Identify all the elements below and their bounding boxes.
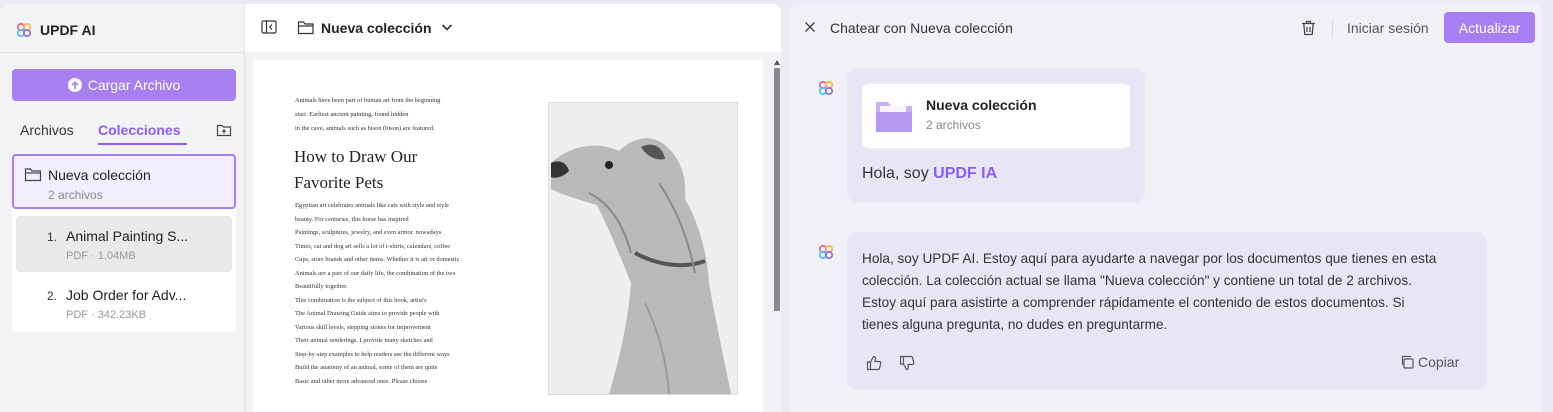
chat-header: Chatear con Nueva colección Iniciar sesi… [790,4,1543,52]
greeting: Hola, soy UPDF IA [862,165,997,183]
dog-sketch-image [548,102,738,395]
left-panel: UPDF AI Cargar Archivo Archivos Coleccio… [0,4,781,412]
doc-text-line: Paintings, sculptures, jewelry, and even… [295,229,442,236]
upload-file-label: Cargar Archivo [87,77,181,93]
collection-card[interactable]: Nueva colección 2 archivos [862,84,1130,148]
ai-message-bubble: Hola, soy UPDF AI. Estoy aquí para ayuda… [847,232,1487,390]
file-item[interactable]: 1. Animal Painting S... PDF · 1.04MB [16,216,232,272]
brand: UPDF AI [16,20,95,40]
message-line: tienes alguna pregunta, no dudes en preg… [862,317,1168,332]
folder-icon [24,168,42,182]
viewer-scrollbar[interactable] [774,60,780,412]
arrow-up-circle-icon [67,78,82,92]
trash-icon[interactable] [1301,20,1316,36]
doc-text-line: Cups, store brands and other items. Whet… [295,256,460,263]
sidebar: UPDF AI Cargar Archivo Archivos Coleccio… [0,4,245,412]
collection-item[interactable]: Nueva colección 2 archivos [12,154,236,209]
greeting-text: Hola, soy [862,165,934,182]
collection-count: 2 archivos [48,188,103,202]
divider [0,52,244,53]
sidebar-toggle-icon[interactable] [261,20,277,34]
file-name: Animal Painting S... [66,228,189,244]
file-number: 1. [47,230,58,244]
ai-message-bubble: Nueva colección 2 archivos Hola, soy UPD… [847,68,1145,202]
login-link[interactable]: Iniciar sesión [1347,20,1429,36]
file-meta: PDF · 1.04MB [66,250,136,262]
copy-label: Copiar [1418,354,1460,370]
doc-text-line: Various skill levels, stepping stones fo… [295,323,431,331]
doc-text-line: Times, cat and dog art sells a lot of t-… [295,242,451,250]
file-number: 2. [47,289,58,303]
collection-list: Nueva colección 2 archivos 1. Animal Pai… [12,154,236,332]
update-button[interactable]: Actualizar [1444,12,1535,43]
doc-heading: How to Draw Our [294,147,418,166]
doc-text-line: start. Earliest ancient painting, found … [295,111,409,118]
doc-text-line: This combination is the subject of this … [295,296,427,304]
file-item[interactable]: 2. Job Order for Adv... PDF · 342.23KB [16,275,232,331]
folder-plus-icon[interactable] [216,122,232,138]
doc-text-line: in the cave, animals such as bison (biso… [295,125,435,132]
active-tab-indicator [98,143,187,145]
upload-file-button[interactable]: Cargar Archivo [12,69,236,101]
doc-text-line: Animals are a part of our daily life, th… [295,269,456,277]
scroll-thumb[interactable] [774,68,780,311]
updf-logo-icon [818,80,834,96]
message-line: Estoy aquí para asistirte a comprender r… [862,295,1405,310]
folder-icon [297,21,314,35]
doc-text-line: Step-by-step examples to help readers se… [295,350,450,358]
viewer-toolbar: Nueva colección [245,4,781,52]
chevron-down-icon[interactable] [441,22,453,32]
message-line: Hola, soy UPDF AI. Estoy aquí para ayuda… [862,251,1437,266]
greeting-brand: UPDF IA [933,165,998,182]
doc-text-line: Their animal renderings. I provide many … [295,337,433,344]
updf-logo-icon [16,22,32,38]
chat-panel: Chatear con Nueva colección Iniciar sesi… [790,4,1543,412]
brand-name: UPDF AI [40,22,96,38]
doc-text-line: Build the anatomy of an animal, some of … [295,364,438,371]
doc-text-line: Animals have been part of human art from… [295,97,441,104]
doc-heading: Favorite Pets [294,173,384,192]
file-meta: PDF · 342.23KB [66,309,147,321]
message-line: colección. La colección actual se llama … [862,273,1412,288]
doc-text-line: Basic and other more advanced ones. Plea… [295,377,428,385]
card-collection-count: 2 archivos [926,118,981,132]
doc-text-line: The Animal Drawing Guide aims to provide… [295,310,440,317]
chat-title: Chatear con Nueva colección [830,20,1013,36]
document-viewer: Nueva colección Animals have been part o… [245,4,781,412]
card-collection-name: Nueva colección [926,97,1037,113]
doc-text-line: beauty. For centuries, this horse has in… [295,215,409,223]
updf-logo-icon [818,244,834,260]
folder-icon [876,102,912,132]
tab-collections[interactable]: Colecciones [98,122,180,138]
doc-text-line: Egyptian art celebrates animals like cat… [295,202,449,209]
file-name: Job Order for Adv... [66,287,187,303]
scroll-up-icon[interactable] [774,60,780,65]
doc-text-line: Beautifully together. [295,283,348,290]
collection-name: Nueva colección [48,167,151,183]
collection-title[interactable]: Nueva colección [321,20,432,36]
document-page: Animals have been part of human art from… [253,60,763,412]
header-separator [1332,20,1333,38]
copy-button[interactable]: Copiar [1400,354,1459,370]
thumbs-down-icon[interactable] [899,355,915,371]
close-icon[interactable] [804,21,816,33]
copy-icon [1401,355,1414,369]
thumbs-up-icon[interactable] [866,355,882,371]
tab-files[interactable]: Archivos [20,122,74,138]
